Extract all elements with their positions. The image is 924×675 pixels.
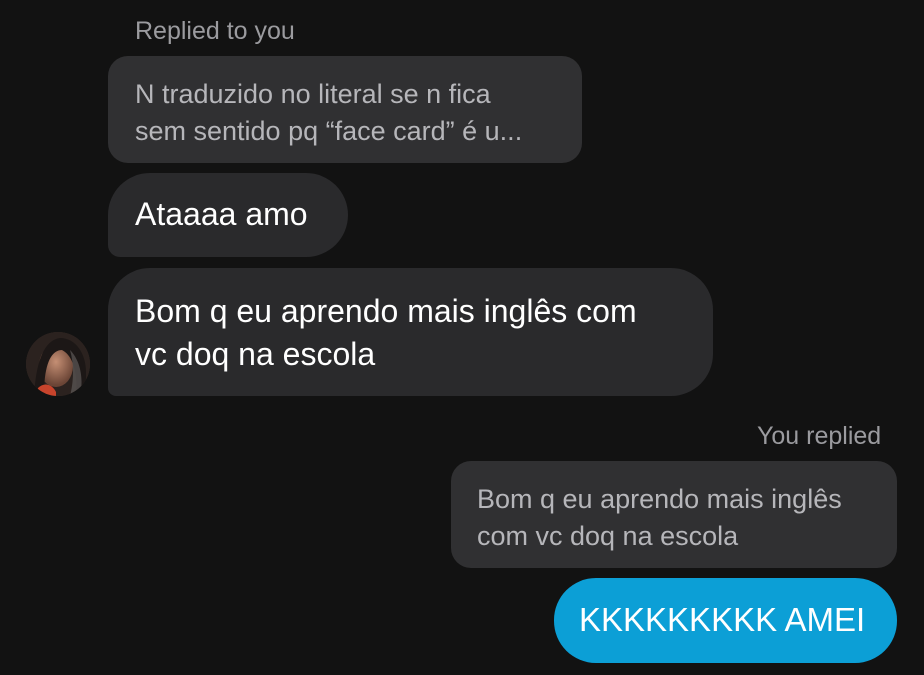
quoted-line-1: Bom q eu aprendo mais inglês	[477, 484, 842, 514]
message-text-line-2: vc doq na escola	[135, 336, 376, 372]
replied-to-you-label: Replied to you	[135, 17, 295, 45]
incoming-quoted-message[interactable]: N traduzido no literal se n fica sem sen…	[108, 56, 582, 163]
outgoing-quoted-message[interactable]: Bom q eu aprendo mais inglês com vc doq …	[451, 461, 897, 568]
message-text: Ataaaa amo	[135, 196, 308, 232]
avatar-photo	[26, 332, 90, 396]
you-replied-label: You replied	[757, 422, 882, 450]
quoted-line-1: N traduzido no literal se n fica	[135, 79, 491, 109]
message-text-line-1: Bom q eu aprendo mais inglês com	[135, 293, 637, 329]
incoming-message-bubble[interactable]: Ataaaa amo	[108, 173, 348, 257]
quoted-line-2: sem sentido pq “face card” é u...	[135, 116, 523, 146]
message-text: KKKKKKKKK AMEI	[579, 601, 866, 638]
profile-avatar-icon[interactable]	[26, 332, 90, 396]
incoming-message-bubble[interactable]: Bom q eu aprendo mais inglês com vc doq …	[108, 268, 713, 396]
quoted-line-2: com vc doq na escola	[477, 521, 739, 551]
outgoing-message-bubble[interactable]: KKKKKKKKK AMEI	[554, 578, 897, 663]
chat-thread: Replied to you N traduzido no literal se…	[0, 0, 924, 675]
